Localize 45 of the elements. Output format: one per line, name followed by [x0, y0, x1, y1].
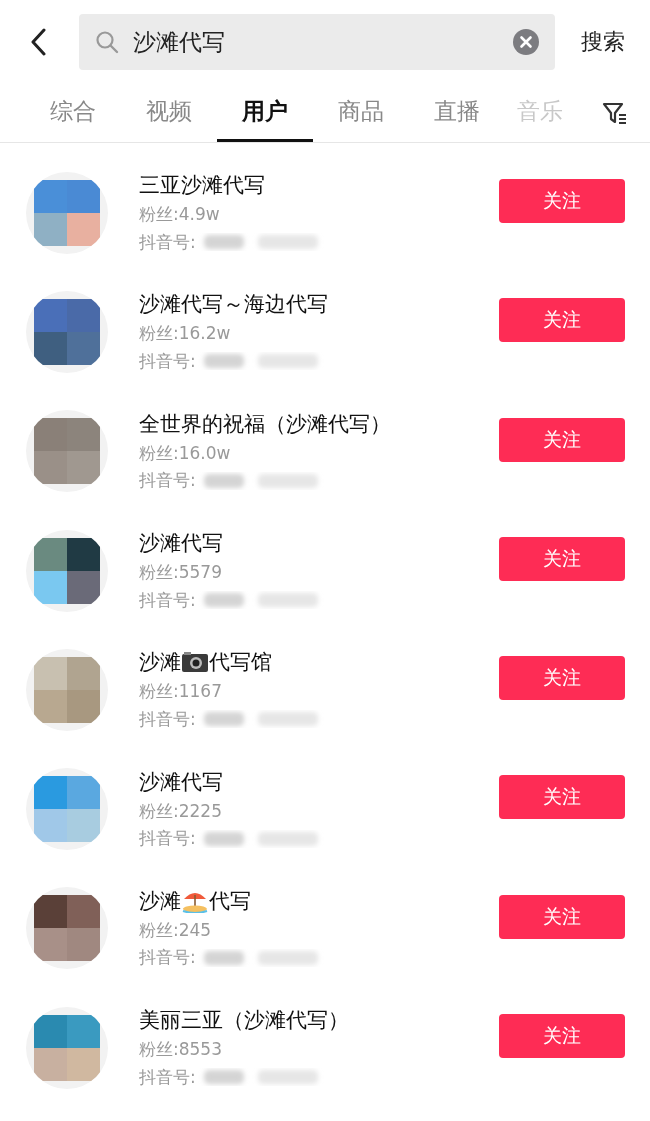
follower-count: 粉丝:4.9w [139, 203, 221, 227]
tab[interactable]: 直播 [409, 84, 505, 142]
search-icon [95, 30, 119, 54]
tab[interactable]: 商品 [313, 84, 409, 142]
user-name: 三亚沙滩代写 [139, 172, 266, 200]
follow-button[interactable]: 关注 [499, 179, 625, 223]
filter-icon[interactable] [602, 101, 628, 125]
follow-button[interactable]: 关注 [499, 298, 625, 343]
id-label: 抖音号: [139, 1065, 196, 1089]
user-name: 美丽三亚（沙滩代写） [139, 1007, 350, 1035]
follow-button[interactable]: 关注 [499, 894, 625, 939]
follow-button[interactable]: 关注 [499, 536, 625, 581]
camera-icon [181, 651, 209, 674]
id-label: 抖音号: [139, 827, 196, 851]
search-field[interactable]: 沙滩代写 [79, 14, 555, 70]
tab[interactable]: 用户 [217, 84, 313, 142]
follower-count: 粉丝:8553 [139, 1038, 223, 1062]
user-name: 沙滩代写～海边代写 [139, 291, 329, 319]
follower-count: 粉丝:2225 [139, 799, 223, 823]
follow-button[interactable]: 关注 [499, 775, 625, 820]
search-query: 沙滩代写 [133, 27, 226, 57]
search-button[interactable]: 搜索 [581, 27, 625, 57]
tab[interactable]: 视频 [121, 84, 217, 142]
follow-button[interactable]: 关注 [499, 417, 625, 462]
follow-button[interactable]: 关注 [499, 656, 625, 701]
id-label: 抖音号: [139, 588, 196, 612]
follower-count: 粉丝:245 [139, 918, 213, 942]
user-name: 全世界的祝福（沙滩代写） [139, 410, 392, 438]
clear-icon[interactable] [513, 29, 539, 55]
user-name: 沙滩 代写 [139, 887, 252, 915]
follower-count: 粉丝:16.2w [139, 322, 232, 346]
id-label: 抖音号: [139, 946, 196, 970]
tab[interactable]: 综合 [25, 84, 121, 142]
back-icon[interactable] [30, 28, 46, 56]
id-label: 抖音号: [139, 349, 196, 373]
follower-count: 粉丝:16.0w [139, 441, 232, 465]
user-name: 沙滩代写 [139, 768, 224, 796]
follow-button[interactable]: 关注 [499, 1014, 625, 1059]
follower-count: 粉丝:1167 [139, 680, 223, 704]
user-name: 沙滩 代写馆 [139, 649, 273, 677]
id-label: 抖音号: [139, 469, 196, 493]
follower-count: 粉丝:5579 [139, 561, 223, 585]
user-name: 沙滩代写 [139, 530, 224, 558]
id-label: 抖音号: [139, 230, 196, 254]
id-label: 抖音号: [139, 707, 196, 731]
